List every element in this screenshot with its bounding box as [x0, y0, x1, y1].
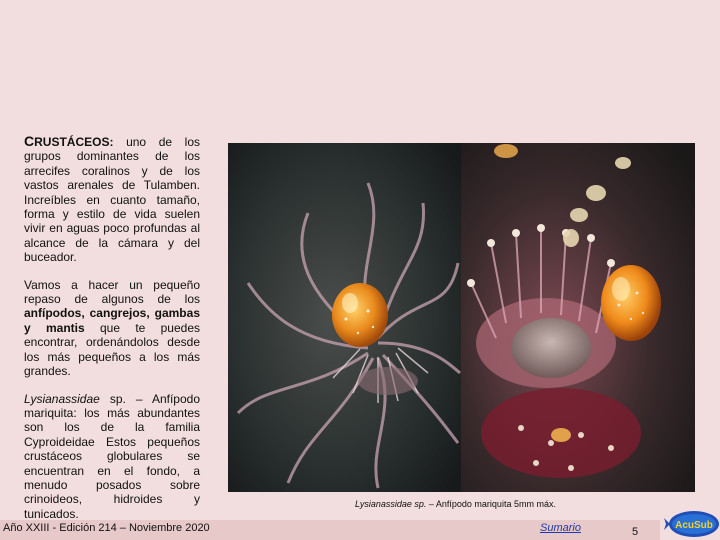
logo-text: AcuSub: [675, 520, 713, 531]
intro-lead-letter: C: [24, 133, 35, 149]
species-body: sp. – Anfípodo mariquita: los más abunda…: [24, 391, 200, 521]
paragraph-species: Lysianassidae sp. – Anfípodo mariquita: …: [24, 392, 200, 522]
caption-text: – Anfípodo mariquita 5mm máx.: [426, 499, 556, 509]
photo-caption: Lysianassidae sp. – Anfípodo mariquita 5…: [355, 499, 615, 509]
species-name: Lysianassidae: [24, 391, 100, 406]
photo-left-illustration: [228, 143, 462, 492]
intro-body: uno de los grupos dominantes de los arre…: [24, 135, 200, 265]
acusub-logo: AcuSub: [664, 511, 719, 537]
overview-body-a: Vamos a hacer un pequeño repaso de algun…: [24, 277, 200, 307]
photo-amphipod-left: [228, 143, 462, 492]
article-text: CRUSTÁCEOS: uno de los grupos dominantes…: [24, 134, 200, 534]
caption-species: Lysianassidae sp.: [355, 499, 427, 509]
footer-edition: Año XXIII - Edición 214 – Noviembre 2020: [3, 522, 210, 534]
paragraph-intro: CRUSTÁCEOS: uno de los grupos dominantes…: [24, 134, 200, 265]
photo-amphipod-right: [461, 143, 695, 492]
photo-right-illustration: [461, 143, 695, 492]
summary-link[interactable]: Sumario: [540, 522, 581, 534]
page-number: 5: [632, 526, 639, 538]
intro-lead-word: RUSTÁCEOS:: [34, 135, 114, 149]
paragraph-overview: Vamos a hacer un pequeño repaso de algun…: [24, 278, 200, 379]
